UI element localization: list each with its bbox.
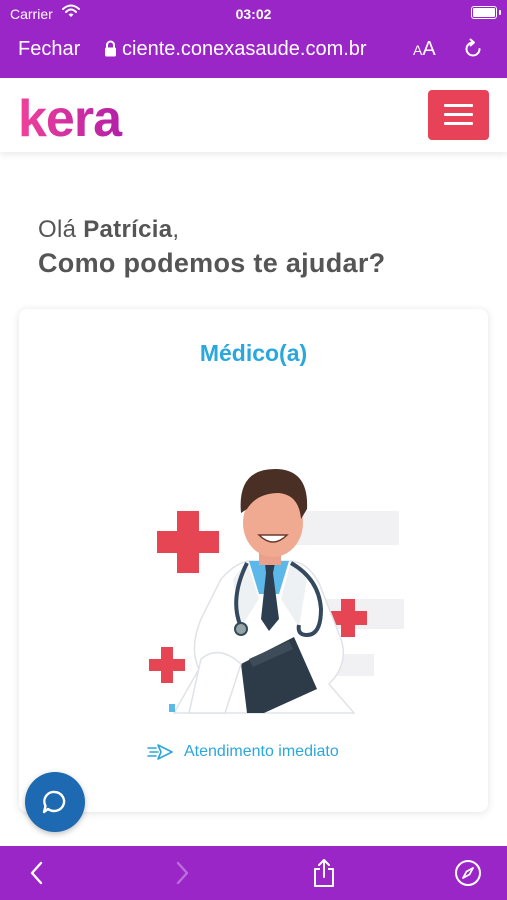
battery-icon	[471, 6, 497, 19]
lock-icon	[104, 40, 117, 63]
compass-icon[interactable]	[453, 858, 483, 893]
browser-bottom-toolbar	[0, 846, 507, 900]
doctor-illustration	[129, 459, 409, 724]
browser-nav-row: Fechar ciente.conexasaude.com.br AA	[0, 30, 507, 70]
status-bar: Carrier 03:02	[0, 0, 507, 26]
status-time: 03:02	[235, 6, 272, 22]
kera-logo[interactable]: kera	[18, 90, 143, 148]
card-title: Médico(a)	[199, 340, 308, 366]
chat-bubble-icon	[42, 790, 66, 814]
url-field[interactable]: ciente.conexasaude.com.br	[122, 38, 397, 61]
chat-button[interactable]	[25, 772, 85, 832]
text-size-large: A	[422, 38, 436, 60]
share-icon[interactable]	[311, 858, 337, 893]
logo-text: kera	[18, 92, 123, 142]
greeting: Olá Patrícia,	[38, 216, 179, 244]
text-size-button[interactable]: AA	[413, 38, 436, 61]
doctor-card[interactable]: Médico(a) Atendimento imediato	[19, 309, 488, 812]
battery-cap	[499, 10, 501, 15]
back-icon[interactable]	[28, 858, 46, 893]
browser-top-bar: Carrier 03:02 Fechar ciente.conexasaude.…	[0, 0, 507, 78]
arrow-right-icon	[146, 742, 174, 767]
text-size-small: A	[413, 42, 423, 58]
menu-button[interactable]	[428, 90, 489, 140]
greeting-suffix: ,	[172, 216, 180, 243]
reload-icon[interactable]	[462, 38, 484, 66]
close-button[interactable]: Fechar	[18, 38, 80, 61]
forward-icon[interactable]	[173, 858, 191, 893]
greeting-prefix: Olá	[38, 216, 77, 243]
help-question: Como podemos te ajudar?	[38, 248, 386, 278]
service-label: Atendimento imediato	[184, 743, 339, 760]
user-name: Patrícia	[83, 216, 173, 243]
